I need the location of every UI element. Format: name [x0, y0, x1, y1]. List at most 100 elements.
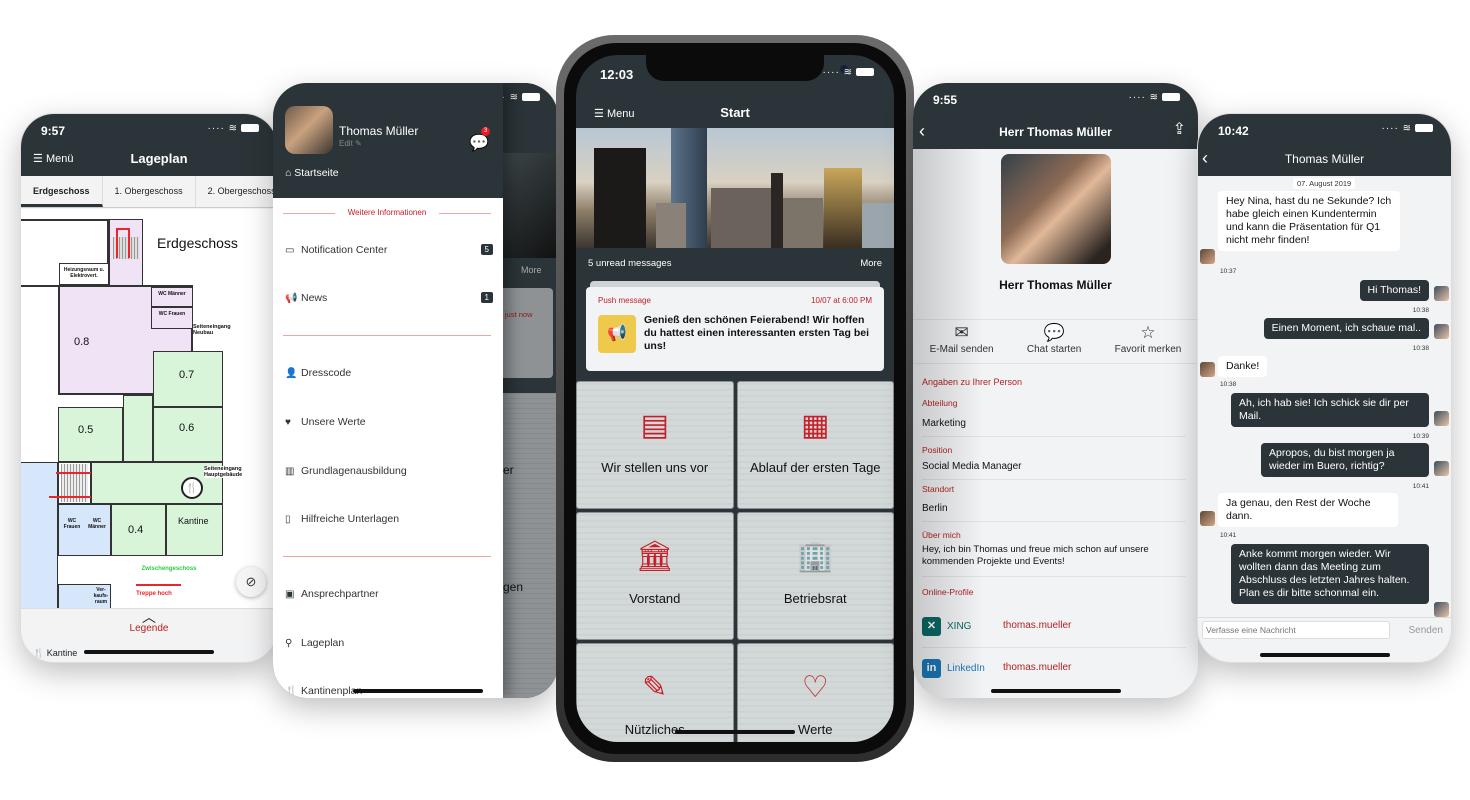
user-tie-icon: 👤: [285, 368, 298, 379]
room-label: 0.6: [179, 422, 195, 434]
menu-item-label: Unsere Werte: [301, 416, 366, 428]
share-icon[interactable]: ⇪: [1173, 119, 1186, 139]
id-card-icon: ▤: [640, 409, 669, 442]
menu-item-label: Hilfreiche Unterlagen: [301, 513, 400, 525]
avatar: [1434, 411, 1449, 426]
profile-handle[interactable]: thomas.mueller: [1003, 662, 1123, 673]
tab-erdgeschoss[interactable]: Erdgeschoss: [21, 176, 103, 207]
menu-item-dresscode[interactable]: 👤 Dresscode: [285, 367, 493, 379]
checklist-pen-icon: ✎: [642, 671, 668, 704]
tile-ablauf[interactable]: ▦ Ablauf der ersten Tage: [736, 381, 894, 509]
tile-wir-stellen-uns-vor[interactable]: ▤ Wir stellen uns vor: [576, 381, 734, 509]
home-indicator: [990, 689, 1121, 693]
phone-bezel: 12:03 ···· ≋ ☰ Menu Start 5 unread messa…: [564, 43, 906, 754]
avatar[interactable]: [285, 106, 333, 154]
message-input[interactable]: [1202, 621, 1390, 639]
action-label: Favorit merken: [1114, 344, 1182, 355]
heart-icon: ♥: [285, 417, 291, 428]
tile-werte[interactable]: ♡ Werte: [736, 643, 894, 742]
user-name: Thomas Müller: [339, 124, 419, 138]
edit-profile-link[interactable]: Edit ✎: [339, 139, 362, 148]
cutlery-icon: 🍴: [285, 686, 298, 697]
date-separator: 07. August 2019: [1293, 178, 1356, 189]
menu-item-startseite[interactable]: ⌂ Startseite: [285, 167, 339, 179]
document-icon: ▯: [285, 514, 291, 525]
background-tiles: [503, 393, 558, 698]
cutlery-marker-icon[interactable]: 🍴: [181, 477, 203, 499]
page-title: Thomas Müller: [1284, 152, 1365, 166]
building: [783, 198, 823, 248]
chat-message: Einen Moment, ich schaue mal..: [1263, 318, 1429, 339]
building: [771, 173, 783, 248]
floor-map[interactable]: Erdgeschoss Heizungsraum u. Elektrovert.…: [21, 209, 277, 609]
avatar: [1434, 324, 1449, 339]
phone-chat: 10:42 ···· ≋ ‹ Thomas Müller 07. August …: [1197, 113, 1452, 663]
label-wc-frauen: WC Frauen: [158, 311, 186, 317]
home-indicator: [675, 730, 795, 734]
menu-item-news[interactable]: 📢 News 1: [285, 292, 493, 304]
room-wc-maenner: [151, 287, 193, 307]
room-label: 0.7: [179, 369, 195, 381]
chat-button[interactable]: 💬 Chat starten: [1027, 322, 1081, 355]
favorite-button[interactable]: ☆ Favorit merken: [1115, 322, 1182, 355]
message-composer: Senden: [1198, 617, 1451, 643]
chat-message: Danke!: [1218, 356, 1268, 377]
menu-item-grundlagenausbildung[interactable]: ▥ Grundlagenausbildung: [285, 465, 493, 477]
header: 10:42 ···· ≋ ‹ Thomas Müller: [1198, 114, 1451, 176]
menu-item-notification-center[interactable]: ▭ Notification Center 5: [285, 244, 493, 256]
arrow-right-icon: [136, 584, 181, 586]
chat-message: Ah, ich hab sie! Ich schick sie dir per …: [1231, 393, 1429, 427]
push-message-card[interactable]: Push message 10/07 at 6:00 PM 📢 Genieß d…: [586, 287, 884, 371]
edit-label: Edit: [339, 139, 353, 148]
menu-item-ansprechpartner[interactable]: ▣ Ansprechpartner: [285, 588, 493, 600]
status-time: 10:42: [1218, 124, 1249, 138]
hide-eye-icon[interactable]: ⊘: [236, 567, 266, 597]
more-link[interactable]: More: [860, 258, 882, 269]
profile-handle[interactable]: thomas.mueller: [1003, 620, 1123, 631]
exit-arrow-icon: [56, 472, 94, 474]
avatar: [1434, 461, 1449, 476]
menu-item-lageplan[interactable]: ⚲ Lageplan: [285, 637, 493, 649]
push-time: 10/07 at 6:00 PM: [811, 296, 872, 305]
floor-title: Erdgeschoss: [157, 235, 238, 251]
action-label: Chat starten: [1026, 344, 1082, 355]
header: 9:55 ···· ≋ ‹ Herr Thomas Müller ⇪: [913, 83, 1198, 149]
background-tile-label: gen: [503, 580, 524, 594]
megaphone-icon: 📢: [285, 293, 298, 304]
legend-label: Legende: [129, 623, 169, 634]
status-bar: 9:55 ···· ≋: [913, 83, 1198, 113]
tile-vorstand[interactable]: 🏛 Vorstand: [576, 512, 734, 640]
label-seiteneingang-haupt: Seiteneingang Hauptgebäude: [204, 466, 254, 478]
tab-1-obergeschoss[interactable]: 1. Obergeschoss: [103, 176, 196, 207]
battery-icon: [856, 68, 874, 77]
message-time: 10:39: [1412, 433, 1429, 440]
menu-item-unsere-werte[interactable]: ♥ Unsere Werte: [285, 416, 493, 428]
tile-betriebsrat[interactable]: 🏢 Betriebsrat: [736, 512, 894, 640]
avatar: [1200, 362, 1215, 377]
chat-bubble-icon: 💬: [1043, 323, 1065, 342]
side-drawer: Thomas Müller Edit ✎ 💬 3 ⌂ Startseite We…: [273, 83, 503, 698]
books-icon: ▥: [285, 466, 295, 477]
chat-message: Hi Thomas!: [1359, 280, 1429, 301]
floor-tabs: Erdgeschoss 1. Obergeschoss 2. Obergesch…: [21, 176, 277, 208]
menu-item-hilfreiche-unterlagen[interactable]: ▯ Hilfreiche Unterlagen: [285, 513, 493, 525]
avatar: [1434, 286, 1449, 301]
legend-item[interactable]: 🍴 Kantine: [33, 648, 77, 659]
phone-start: 12:03 ···· ≋ ☰ Menu Start 5 unread messa…: [576, 55, 894, 742]
chat-message: Apropos, du bist morgen ja wieder im Bue…: [1261, 443, 1429, 477]
room-label: 0.8: [74, 336, 90, 348]
label-wc-maenner: WC Männer: [158, 291, 186, 297]
menu-item-label: Ansprechpartner: [301, 588, 379, 600]
chevron-up-icon: ︿: [142, 609, 156, 625]
legend-toggle[interactable]: ︿ Legende: [21, 608, 277, 644]
label-zwischengeschoss: Zwischengeschoss: [141, 566, 197, 572]
building: [711, 188, 771, 248]
heart-hand-icon: ♡: [801, 671, 829, 704]
status-bar: 12:03 ···· ≋: [576, 55, 894, 85]
tile-nuetzliches[interactable]: ✎ Nützliches: [576, 643, 734, 742]
send-button[interactable]: Senden: [1409, 625, 1443, 636]
background-time: just now: [505, 310, 533, 319]
chat-icon[interactable]: 💬: [469, 133, 489, 153]
wifi-icon: ≋: [843, 67, 853, 78]
tab-2-obergeschoss[interactable]: 2. Obergeschoss: [196, 176, 277, 207]
